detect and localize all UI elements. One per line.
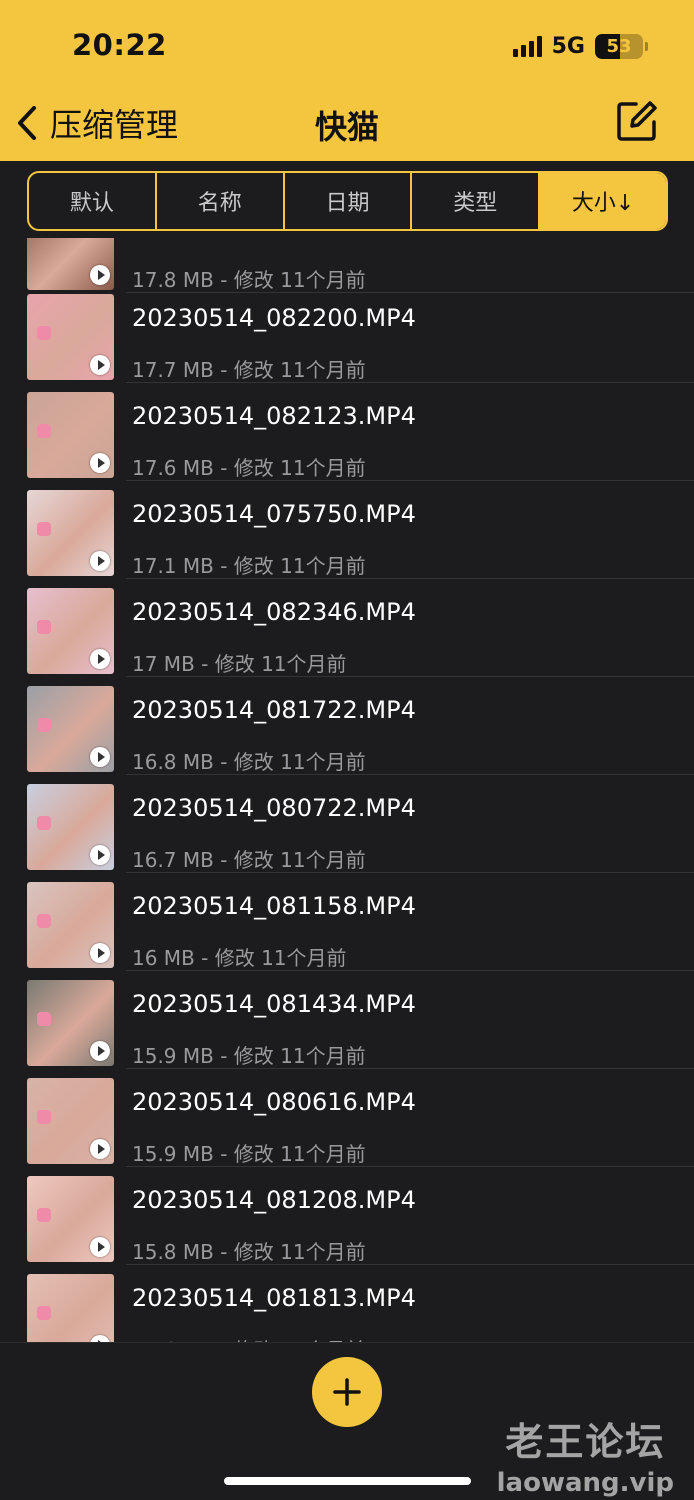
sort-segmented-control: 默认 名称 日期 类型 大小↓	[27, 171, 668, 231]
file-name: 20230514_081434.MP4	[132, 990, 416, 1018]
file-name: 20230514_081722.MP4	[132, 696, 416, 724]
file-meta: 17.1 MB - 修改 11个月前	[132, 554, 366, 578]
file-row[interactable]: 20230514_081208.MP4 15.8 MB - 修改 11个月前	[0, 1168, 694, 1265]
app-logo-icon	[37, 816, 51, 830]
app-logo-icon	[37, 914, 51, 928]
video-thumbnail	[27, 294, 114, 380]
file-name: 20230514_082200.MP4	[132, 304, 416, 332]
file-name: 20230514_081208.MP4	[132, 1186, 416, 1214]
play-icon	[90, 355, 110, 375]
file-row[interactable]: 20230514_080722.MP4 16.7 MB - 修改 11个月前	[0, 776, 694, 873]
play-icon	[90, 1041, 110, 1061]
file-row[interactable]: 17.8 MB - 修改 11个月前	[0, 238, 694, 293]
play-icon	[90, 747, 110, 767]
watermark-en: laowang.vip	[496, 1468, 674, 1498]
play-icon	[90, 1139, 110, 1159]
play-icon	[90, 943, 110, 963]
file-meta: 17 MB - 修改 11个月前	[132, 652, 347, 676]
edit-square-icon[interactable]	[616, 100, 658, 142]
plus-icon	[333, 1378, 361, 1406]
file-meta: 17.6 MB - 修改 11个月前	[132, 456, 366, 480]
battery-nub	[645, 41, 648, 51]
file-meta: 16.7 MB - 修改 11个月前	[132, 848, 366, 872]
file-meta: 17.7 MB - 修改 11个月前	[132, 358, 366, 382]
video-thumbnail	[27, 686, 114, 772]
file-name: 20230514_080722.MP4	[132, 794, 416, 822]
app-logo-icon	[37, 718, 51, 732]
app-logo-icon	[37, 1306, 51, 1320]
sort-default[interactable]: 默认	[29, 173, 157, 229]
app-logo-icon	[37, 522, 51, 536]
cellular-signal-icon	[512, 35, 542, 57]
app-logo-icon	[37, 620, 51, 634]
file-row[interactable]: 20230514_081722.MP4 16.8 MB - 修改 11个月前	[0, 678, 694, 775]
battery-percent: 53	[606, 35, 632, 57]
file-meta: 15.8 MB - 修改 11个月前	[132, 1240, 366, 1264]
app-logo-icon	[37, 424, 51, 438]
file-row[interactable]: 20230514_082346.MP4 17 MB - 修改 11个月前	[0, 580, 694, 677]
video-thumbnail	[27, 1274, 114, 1342]
sort-name[interactable]: 名称	[157, 173, 285, 229]
app-logo-icon	[37, 1208, 51, 1222]
play-icon	[90, 845, 110, 865]
file-row[interactable]: 20230514_081158.MP4 16 MB - 修改 11个月前	[0, 874, 694, 971]
video-thumbnail	[27, 1176, 114, 1262]
network-label: 5G	[551, 33, 585, 59]
watermark-cn: 老王论坛	[505, 1419, 666, 1464]
video-thumbnail	[27, 490, 114, 576]
file-row[interactable]: 20230514_082123.MP4 17.6 MB - 修改 11个月前	[0, 384, 694, 481]
status-time: 20:22	[72, 28, 167, 62]
chevron-left-icon	[18, 106, 36, 140]
status-indicators: 5G 53	[512, 30, 648, 62]
play-icon	[90, 453, 110, 473]
play-icon	[90, 551, 110, 571]
file-meta: 15.9 MB - 修改 11个月前	[132, 1044, 366, 1068]
play-icon	[90, 265, 110, 285]
play-icon	[90, 1237, 110, 1257]
video-thumbnail	[27, 238, 114, 290]
file-row[interactable]: 20230514_081434.MP4 15.9 MB - 修改 11个月前	[0, 972, 694, 1069]
file-name: 20230514_081158.MP4	[132, 892, 416, 920]
sort-type[interactable]: 类型	[412, 173, 541, 229]
app-logo-icon	[37, 326, 51, 340]
video-thumbnail	[27, 392, 114, 478]
file-name: 20230514_082123.MP4	[132, 402, 416, 430]
video-thumbnail	[27, 882, 114, 968]
file-row[interactable]: 20230514_080616.MP4 15.9 MB - 修改 11个月前	[0, 1070, 694, 1167]
bottom-toolbar: 老王论坛 laowang.vip	[0, 1342, 694, 1500]
file-name: 20230514_081813.MP4	[132, 1284, 416, 1312]
play-icon	[90, 649, 110, 669]
home-indicator[interactable]	[224, 1477, 471, 1485]
file-meta: 15.9 MB - 修改 11个月前	[132, 1142, 366, 1166]
add-button[interactable]	[312, 1357, 382, 1427]
battery-icon: 53	[595, 33, 643, 59]
sort-date[interactable]: 日期	[285, 173, 413, 229]
file-row[interactable]: 20230514_082200.MP4 17.7 MB - 修改 11个月前	[0, 286, 694, 383]
file-row[interactable]: 20230514_081813.MP4 15.6 MB - 修改 11个月前	[0, 1266, 694, 1342]
play-icon	[90, 1335, 110, 1342]
file-meta: 16.8 MB - 修改 11个月前	[132, 750, 366, 774]
header: 20:22 5G 53 压缩管理 快猫	[0, 0, 694, 161]
app-logo-icon	[37, 1012, 51, 1026]
video-thumbnail	[27, 588, 114, 674]
back-button[interactable]: 压缩管理	[14, 100, 178, 146]
file-meta: 16 MB - 修改 11个月前	[132, 946, 347, 970]
video-thumbnail	[27, 784, 114, 870]
file-list[interactable]: 17.8 MB - 修改 11个月前 20230514_082200.MP4 1…	[0, 238, 694, 1342]
file-name: 20230514_082346.MP4	[132, 598, 416, 626]
video-thumbnail	[27, 980, 114, 1066]
video-thumbnail	[27, 1078, 114, 1164]
file-meta: 15.6 MB - 修改 11个月前	[132, 1334, 366, 1342]
sort-size[interactable]: 大小↓	[540, 173, 666, 229]
file-name: 20230514_080616.MP4	[132, 1088, 416, 1116]
app-logo-icon	[37, 1110, 51, 1124]
file-name: 20230514_075750.MP4	[132, 500, 416, 528]
back-label: 压缩管理	[50, 106, 179, 144]
file-row[interactable]: 20230514_075750.MP4 17.1 MB - 修改 11个月前	[0, 482, 694, 579]
watermark: 老王论坛 laowang.vip	[497, 1411, 674, 1498]
